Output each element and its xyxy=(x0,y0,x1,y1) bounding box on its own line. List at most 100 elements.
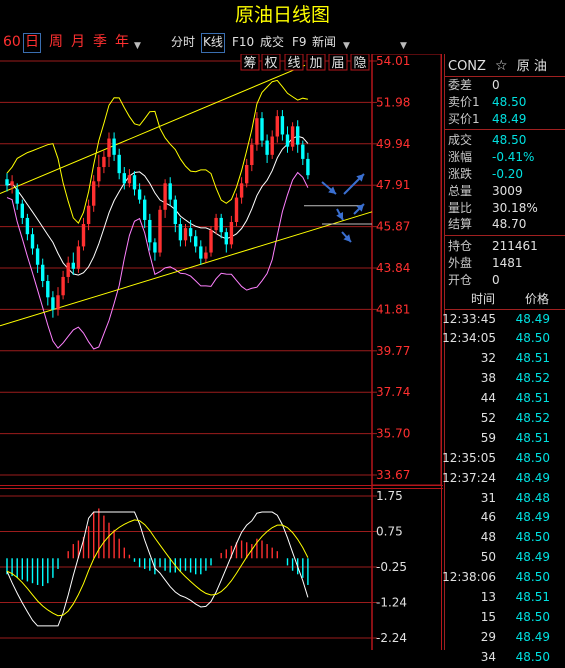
tab-session[interactable]: 届 xyxy=(331,56,344,71)
candle-body xyxy=(76,246,81,269)
period-day[interactable]: 日 xyxy=(23,33,41,53)
price-axis-label: 45.87 xyxy=(376,220,410,234)
candle-body xyxy=(168,183,172,200)
tab-rights[interactable]: 权 xyxy=(264,55,277,71)
candle-body xyxy=(10,181,14,186)
price-axis-label: 39.77 xyxy=(376,344,410,358)
tick-price: 48.49 xyxy=(515,550,550,565)
price-axis-label: 51.98 xyxy=(376,95,410,109)
tool-kline[interactable]: K线 xyxy=(201,33,225,53)
period-year[interactable]: 年 xyxy=(115,33,129,51)
quote-value: 1481 xyxy=(492,255,523,270)
quote-value: 48.50 xyxy=(492,133,527,148)
watchlist-star-icon[interactable]: ☆ xyxy=(495,58,508,74)
tool-news[interactable]: 新闻 xyxy=(312,33,336,51)
symbol-code: CONZ xyxy=(448,59,486,74)
candle-body xyxy=(301,144,305,159)
tick-time: 12:35:05 xyxy=(442,450,496,465)
candle-body xyxy=(81,224,86,247)
quote-label: 量比 xyxy=(448,200,473,215)
period-60min[interactable]: 60 xyxy=(3,33,21,51)
tool-intraday[interactable]: 分时 xyxy=(171,33,195,51)
candle-body xyxy=(143,199,147,220)
kline-chart[interactable]: 54.01 51.98 49.94 47.91 45.87 43.84 41.81 39.77… xyxy=(0,53,443,650)
tick-time: 12:33:45 xyxy=(442,311,496,326)
tick-price: 48.49 xyxy=(515,629,550,644)
tick-row: 15 48.50 xyxy=(445,608,565,628)
quote-value: 211461 xyxy=(492,239,538,254)
tick-price: 48.51 xyxy=(515,351,550,366)
candle-body xyxy=(132,175,137,190)
tick-time: 13 xyxy=(480,590,496,605)
quote-value: 0 xyxy=(492,78,500,92)
quote-value: -0.41% xyxy=(492,150,535,165)
tab-line[interactable]: 线 xyxy=(287,56,300,71)
candle-body xyxy=(214,217,218,231)
tick-time: 12:38:06 xyxy=(442,570,496,585)
price-axis-label: 41.81 xyxy=(376,302,410,316)
tab-hide[interactable]: 隐 xyxy=(353,56,366,71)
tick-time: 32 xyxy=(480,351,496,366)
tick-time: 12:37:24 xyxy=(442,470,496,485)
candle-body xyxy=(219,217,223,233)
candle-body xyxy=(209,230,213,253)
price-axis-label: 54.01 xyxy=(376,54,410,68)
tick-row: 32 48.51 xyxy=(445,349,565,369)
quote-label: 涨跌 xyxy=(448,166,473,181)
candle-body xyxy=(5,179,9,186)
tick-time: 50 xyxy=(480,550,496,565)
tools-dropdown-icon[interactable]: ▼ xyxy=(343,37,350,55)
candle-body xyxy=(153,242,157,253)
candle-body xyxy=(229,222,234,245)
period-week[interactable]: 周 xyxy=(49,33,63,51)
candle-body xyxy=(270,136,274,155)
candle-body xyxy=(296,126,300,145)
quote-label: 成交 xyxy=(448,133,473,148)
candle-body xyxy=(137,189,142,200)
tab-add[interactable]: 加 xyxy=(309,56,322,71)
tick-row: 50 48.49 xyxy=(445,548,565,568)
chart-area[interactable]: 54.01 51.98 49.94 47.91 45.87 43.84 41.81 39.77… xyxy=(0,53,443,650)
tool-f9[interactable]: F9 xyxy=(292,33,307,51)
tick-price: 48.50 xyxy=(515,649,550,664)
period-quarter[interactable]: 季 xyxy=(93,33,107,51)
tick-time: 15 xyxy=(480,609,496,624)
quote-label: 持仓 xyxy=(448,239,473,254)
quote-row: 持仓 211461 xyxy=(445,238,565,255)
candle-body xyxy=(173,199,177,225)
tick-time: 12:34:05 xyxy=(442,331,496,346)
tick-row: 12:33:45 48.49 xyxy=(442,310,565,330)
candle-body xyxy=(275,116,279,137)
tool-trades[interactable]: 成交 xyxy=(260,33,284,51)
tick-time: 52 xyxy=(480,411,496,426)
price-axis-label: 33.67 xyxy=(376,468,410,482)
panel-dropdown-icon[interactable]: ▼ xyxy=(400,37,407,55)
candle-body xyxy=(71,262,75,269)
quote-label: 买价1 xyxy=(448,111,480,126)
price-axis-label: 47.91 xyxy=(376,178,410,192)
quote-value: 30.18% xyxy=(492,200,538,215)
candle-body xyxy=(20,203,24,218)
symbol-name: 原 油 xyxy=(516,59,547,74)
candle-body xyxy=(204,252,208,259)
candle-body xyxy=(163,183,167,210)
quote-row: 外盘 1481 xyxy=(445,255,565,272)
tool-f10[interactable]: F10 xyxy=(232,33,254,51)
tick-time: 59 xyxy=(480,430,496,445)
tick-header: 时间 价格 xyxy=(445,289,565,310)
candle-body xyxy=(306,158,310,176)
tab-chips[interactable]: 筹 xyxy=(243,55,256,71)
period-month[interactable]: 月 xyxy=(71,33,85,51)
quote-row: 涨跌 -0.20 xyxy=(445,166,565,183)
quote-row: 量比 30.18% xyxy=(445,200,565,217)
candle-body xyxy=(97,167,101,182)
tick-list[interactable]: 12:33:45 48.49 12:34:05 48.50 32 48.51 38 48.52… xyxy=(442,310,565,668)
price-axis-label: 49.94 xyxy=(376,137,410,151)
quote-rows: 委差 0 卖价1 48.50 买价1 48.49 成交 48.50 涨幅 -0.41% 涨跌 -0.2… xyxy=(445,77,565,289)
candle-body xyxy=(239,183,244,198)
period-dropdown-icon[interactable]: ▼ xyxy=(134,37,141,55)
quote-header: CONZ ☆ 原 油 xyxy=(445,54,565,77)
candle-body xyxy=(51,297,55,310)
tick-price: 48.51 xyxy=(515,430,550,445)
quote-row: 委差 0 xyxy=(445,77,565,94)
